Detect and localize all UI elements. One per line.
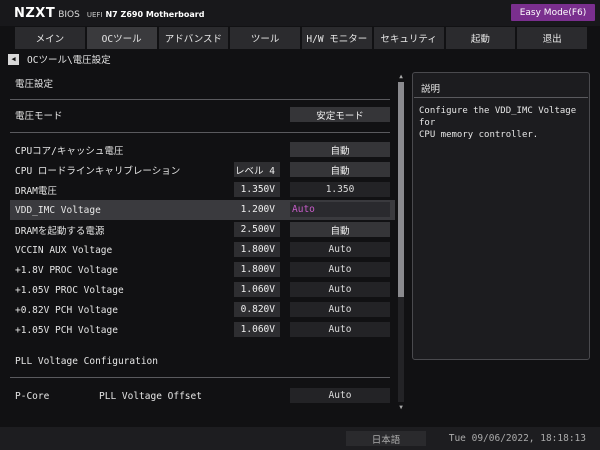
breadcrumb-path: OCツール\電圧設定 — [27, 55, 111, 66]
row-sublabel: PLL Voltage Offset — [99, 390, 202, 402]
current-value: 1.060V — [234, 282, 280, 297]
easy-mode-button[interactable]: Easy Mode(F6) — [511, 4, 595, 21]
back-arrow-icon[interactable]: ◀ — [8, 53, 19, 65]
language-button[interactable]: 日本語 — [346, 431, 426, 446]
row-label: DRAM電圧 — [15, 186, 57, 197]
tab-oc-tools[interactable]: OCツール — [86, 27, 157, 49]
row-label: 電圧モード — [15, 111, 63, 122]
proc-1-8v-input[interactable]: Auto — [290, 262, 390, 277]
setting-row-vccin-aux[interactable]: VCCIN AUX Voltage 1.800V Auto — [10, 240, 395, 260]
cpu-core-voltage-select[interactable]: 自動 — [290, 142, 390, 157]
row-label: DRAMを起動する電源 — [15, 226, 105, 237]
dram-voltage-input[interactable]: 1.350 — [290, 182, 390, 197]
nzxt-logo: NZXT BIOS UEFI N7 Z690 Motherboard — [14, 6, 204, 21]
help-title: 説明 — [421, 84, 441, 95]
current-value: 2.500V — [234, 222, 280, 237]
tab-security[interactable]: セキュリティ — [373, 27, 444, 49]
model-name: N7 Z690 Motherboard — [105, 10, 205, 19]
scroll-down-icon[interactable]: ▼ — [397, 403, 405, 411]
uefi-label: UEFI — [86, 11, 103, 19]
setting-row-dram-boot-power[interactable]: DRAMを起動する電源 2.500V 自動 — [10, 220, 395, 240]
datetime-display: Tue 09/06/2022, 18:18:13 — [448, 433, 586, 444]
tab-hw-monitor[interactable]: H/W モニター — [302, 27, 372, 49]
current-value: 1.060V — [234, 322, 280, 337]
setting-row-pll-offset[interactable]: P-Core PLL Voltage Offset Auto — [10, 386, 395, 406]
divider — [10, 132, 390, 133]
voltage-mode-row[interactable]: 電圧モード 安定モード — [10, 105, 395, 125]
tab-exit[interactable]: 退出 — [517, 27, 587, 49]
vccin-aux-input[interactable]: Auto — [290, 242, 390, 257]
row-label: VDD_IMC Voltage — [15, 204, 101, 216]
divider — [10, 99, 390, 100]
divider — [414, 97, 588, 98]
voltage-mode-select[interactable]: 安定モード — [290, 107, 390, 122]
setting-row-cpu-core-voltage[interactable]: CPUコア/キャッシュ電圧 自動 — [10, 140, 395, 160]
tab-tools[interactable]: ツール — [230, 27, 300, 49]
header-bar: NZXT BIOS UEFI N7 Z690 Motherboard Easy … — [0, 0, 600, 26]
row-label: +1.8V PROC Voltage — [15, 264, 118, 276]
current-value: レベル 4 — [234, 162, 280, 177]
llc-select[interactable]: 自動 — [290, 162, 390, 177]
pll-offset-input[interactable]: Auto — [290, 388, 390, 403]
current-value: 0.820V — [234, 302, 280, 317]
current-value: 1.800V — [234, 242, 280, 257]
row-label: +1.05V PROC Voltage — [15, 284, 124, 296]
row-label: VCCIN AUX Voltage — [15, 244, 113, 256]
divider — [10, 377, 390, 378]
section-title-voltage: 電圧設定 — [15, 79, 54, 90]
section-title-pll: PLL Voltage Configuration — [15, 356, 158, 367]
bios-label: BIOS — [58, 10, 80, 20]
pch-1-05v-input[interactable]: Auto — [290, 322, 390, 337]
brand-name: NZXT — [14, 6, 56, 21]
pch-0-82v-input[interactable]: Auto — [290, 302, 390, 317]
row-label: +1.05V PCH Voltage — [15, 324, 118, 336]
row-label: CPU ロードラインキャリブレーション — [15, 166, 181, 177]
setting-row-1-8v-proc[interactable]: +1.8V PROC Voltage 1.800V Auto — [10, 260, 395, 280]
current-value: 1.350V — [234, 182, 280, 197]
breadcrumb: ◀ OCツール\電圧設定 — [8, 52, 111, 66]
current-value: 1.800V — [234, 262, 280, 277]
setting-row-1-05v-proc[interactable]: +1.05V PROC Voltage 1.060V Auto — [10, 280, 395, 300]
row-label: P-Core — [15, 390, 50, 402]
status-bar: 日本語 Tue 09/06/2022, 18:18:13 — [0, 427, 600, 450]
tab-advanced[interactable]: アドバンスド — [158, 27, 229, 49]
help-text: Configure the VDD_IMC Voltage for CPU me… — [419, 106, 577, 140]
setting-row-llc[interactable]: CPU ロードラインキャリブレーション レベル 4 自動 — [10, 160, 395, 180]
row-label: +0.82V PCH Voltage — [15, 304, 118, 316]
help-panel: 説明 Configure the VDD_IMC Voltage for CPU… — [412, 72, 590, 360]
dram-boot-power-select[interactable]: 自動 — [290, 222, 390, 237]
scrollbar-thumb[interactable] — [398, 82, 404, 297]
current-value: 1.200V — [240, 204, 275, 215]
setting-row-vdd-imc[interactable]: VDD_IMC Voltage 1.200V Auto — [10, 200, 395, 220]
tab-boot[interactable]: 起動 — [445, 27, 516, 49]
scroll-up-icon[interactable]: ▲ — [397, 72, 405, 80]
settings-panel: 電圧設定 電圧モード 安定モード CPUコア/キャッシュ電圧 自動 CPU ロー… — [10, 72, 395, 412]
vdd-imc-voltage-input[interactable]: Auto — [290, 202, 390, 217]
setting-row-0-82v-pch[interactable]: +0.82V PCH Voltage 0.820V Auto — [10, 300, 395, 320]
setting-row-dram-voltage[interactable]: DRAM電圧 1.350V 1.350 — [10, 180, 395, 200]
main-tabs: メイン OCツール アドバンスド ツール H/W モニター セキュリティ 起動 … — [15, 27, 587, 49]
proc-1-05v-input[interactable]: Auto — [290, 282, 390, 297]
setting-row-1-05v-pch[interactable]: +1.05V PCH Voltage 1.060V Auto — [10, 320, 395, 340]
tab-main[interactable]: メイン — [15, 27, 85, 49]
row-label: CPUコア/キャッシュ電圧 — [15, 146, 124, 157]
